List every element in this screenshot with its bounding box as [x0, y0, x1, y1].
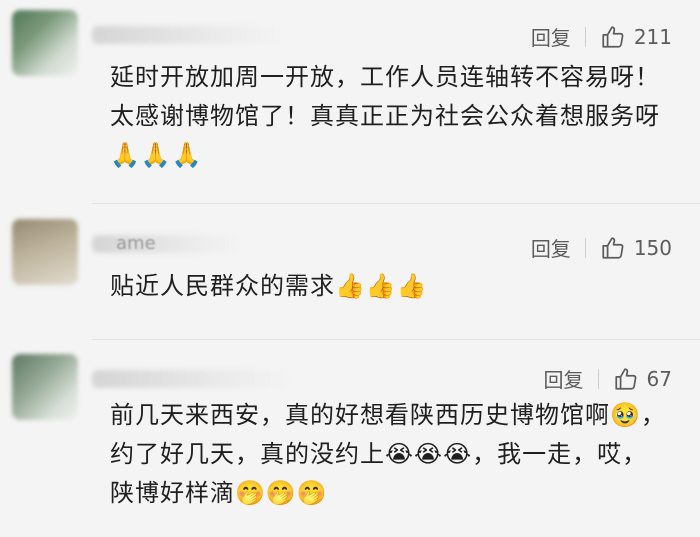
- avatar[interactable]: [12, 354, 78, 420]
- username-fragment: ame: [116, 233, 156, 254]
- comment-separator: [92, 203, 700, 204]
- comment-text: 贴近人民群众的需求👍👍👍: [110, 272, 428, 300]
- comment-actions: 回复 150: [531, 233, 672, 262]
- avatar[interactable]: [12, 10, 78, 76]
- username-blurred: [92, 235, 242, 253]
- action-divider: [584, 26, 586, 47]
- reply-button[interactable]: 回复: [544, 364, 584, 393]
- like-button[interactable]: 150: [600, 235, 672, 261]
- username-blurred: [92, 370, 292, 388]
- username-blurred: [92, 26, 282, 44]
- like-button[interactable]: 67: [613, 366, 672, 392]
- comment-actions: 回复 211: [531, 22, 672, 51]
- comment-text: 延时开放加周一开放，工作人员连轴转不容易呀！太感谢博物馆了！真真正正为社会公众着…: [110, 63, 660, 169]
- like-button[interactable]: 211: [600, 24, 672, 50]
- comment-text: 前几天来西安，真的好想看陕西历史博物馆啊🥹，约了好几天，真的没约上😭😭😭，我一走…: [110, 401, 666, 507]
- comment-item: ame 回复 150 贴近人民群众的需求👍👍👍: [0, 205, 700, 340]
- action-divider: [584, 237, 586, 258]
- comment-item: 回复 211 延时开放加周一开放，工作人员连轴转不容易呀！太感谢博物馆了！真真正…: [0, 0, 700, 205]
- reply-button[interactable]: 回复: [531, 22, 571, 51]
- avatar[interactable]: [12, 219, 78, 285]
- thumbs-up-icon: [614, 367, 636, 390]
- thumbs-up-icon: [602, 25, 624, 48]
- action-divider: [597, 368, 599, 389]
- reply-button[interactable]: 回复: [531, 233, 571, 262]
- like-count: 150: [633, 235, 672, 260]
- thumbs-up-icon: [602, 236, 624, 259]
- comment-item: 回复 67 前几天来西安，真的好想看陕西历史博物馆啊🥹，约了好几天，真的没约上😭…: [0, 340, 700, 537]
- comment-actions: 回复 67: [544, 364, 672, 393]
- like-count: 67: [646, 366, 672, 391]
- like-count: 211: [633, 24, 672, 49]
